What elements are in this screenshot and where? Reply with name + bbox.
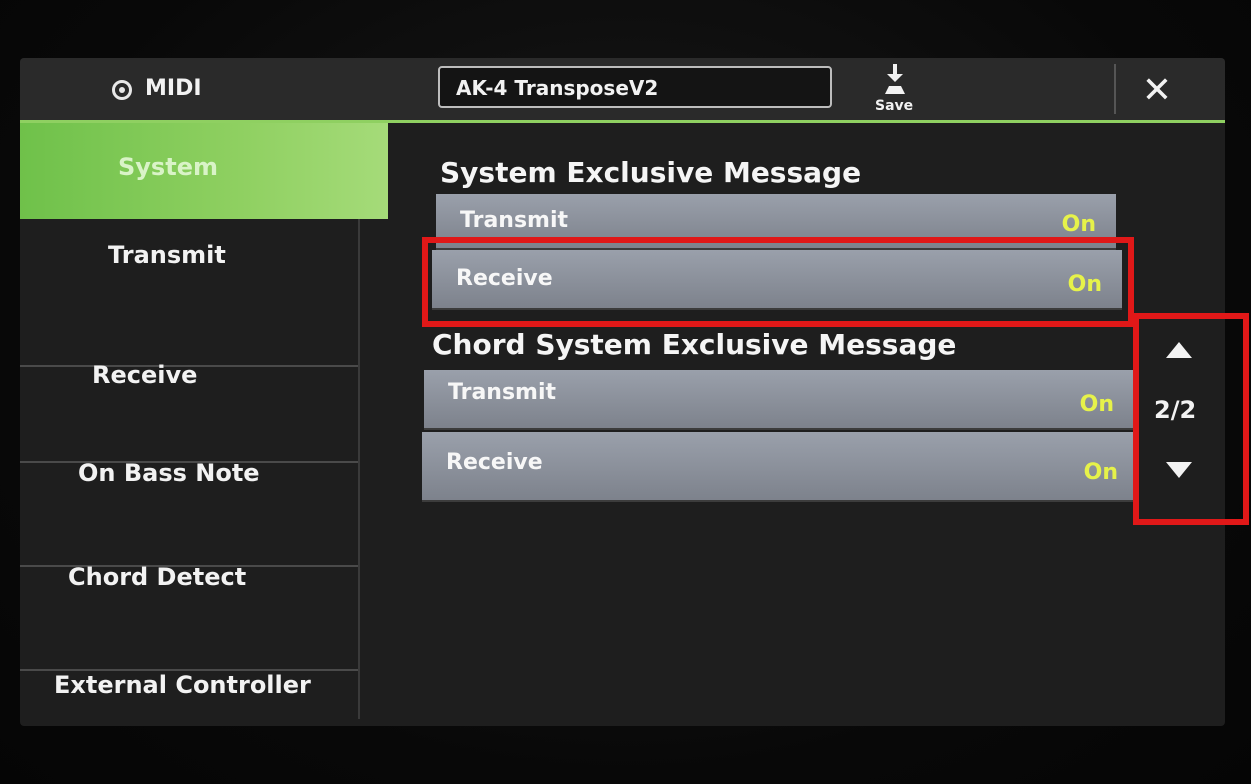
sidebar-item-label: System [118,153,218,181]
sidebar-item-external-controller[interactable]: External Controller [20,671,360,726]
device-frame: MIDI AK-4 TransposeV2 Save ✕ System Tran… [0,0,1251,784]
row-value: On [1083,460,1118,485]
save-label: Save [875,98,914,114]
save-download-icon [885,64,905,94]
sidebar-item-label: External Controller [54,671,311,699]
row-label: Transmit [448,380,557,405]
page-counter: 2/2 [1154,396,1197,424]
main-content: System Exclusive Message Transmit On Rec… [420,148,1140,628]
page-navigator: 2/2 [1140,320,1240,520]
sidebar-item-label: On Bass Note [78,459,260,487]
midi-connector-icon [112,80,132,100]
sidebar-item-receive[interactable]: Receive [20,361,360,463]
triangle-up-icon[interactable] [1166,342,1192,358]
section-title-chord-sysex: Chord System Exclusive Message [432,328,957,361]
row-value: On [1079,392,1114,417]
row-chord-receive[interactable]: Receive On [422,432,1138,502]
row-label: Receive [446,450,543,475]
row-chord-transmit[interactable]: Transmit On [424,370,1134,430]
sidebar-item-label: Transmit [108,241,226,269]
title-bar: MIDI AK-4 TransposeV2 Save ✕ [20,58,1225,123]
section-title-sysex: System Exclusive Message [440,156,862,189]
highlight-box-receive [422,237,1134,327]
title-divider [1114,64,1116,114]
sidebar-item-label: Receive [92,361,198,389]
file-name-box[interactable]: AK-4 TransposeV2 [438,66,832,108]
save-button[interactable]: Save [865,64,925,118]
device-screen: MIDI AK-4 TransposeV2 Save ✕ System Tran… [20,58,1225,726]
sidebar: System Transmit Receive On Bass Note Cho… [20,123,390,726]
sidebar-item-label: Chord Detect [68,563,247,591]
triangle-down-icon[interactable] [1166,462,1192,478]
row-value: On [1061,212,1096,237]
sidebar-edge [358,219,360,719]
close-button[interactable]: ✕ [1132,66,1182,116]
sidebar-item-system[interactable]: System [20,123,388,219]
app-title: MIDI [145,76,202,101]
sidebar-item-on-bass-note[interactable]: On Bass Note [20,459,360,567]
file-name: AK-4 TransposeV2 [456,76,659,100]
row-label: Transmit [460,208,569,233]
sidebar-item-chord-detect[interactable]: Chord Detect [20,563,360,671]
sidebar-item-transmit[interactable]: Transmit [20,241,360,367]
